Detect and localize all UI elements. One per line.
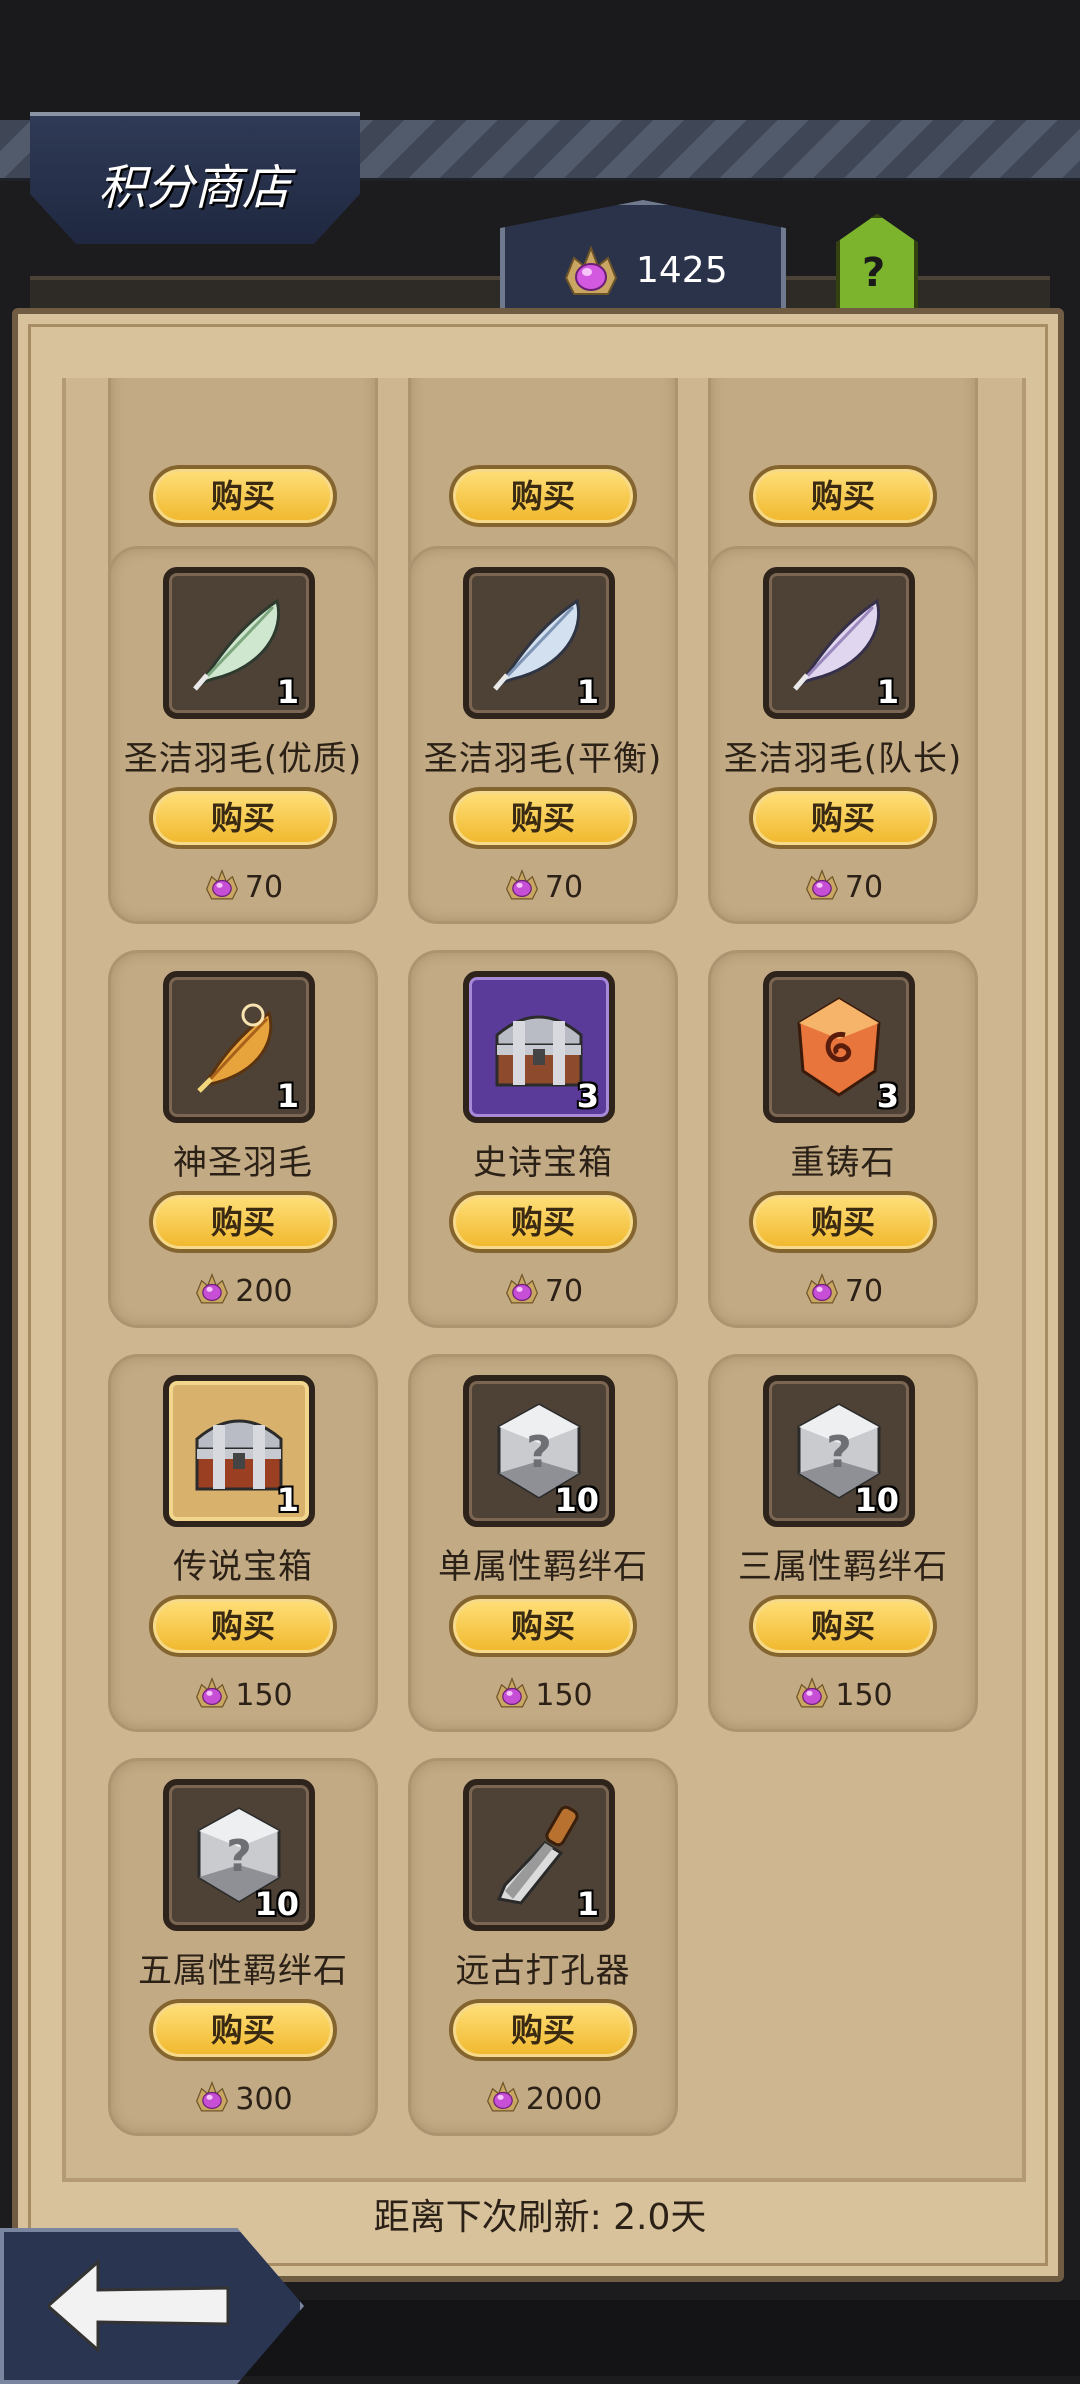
currency-gem-icon [805, 1272, 838, 1304]
item-name: 三属性羁绊石 [738, 1547, 948, 1587]
item-quantity: 1 [276, 1077, 299, 1115]
buy-button[interactable]: 购买 [749, 1595, 937, 1657]
item-thumb[interactable]: 1 [163, 1375, 315, 1527]
page-title: 积分商店 [98, 160, 291, 216]
shop-card: 1 圣洁羽毛(优质) 购买 70 [108, 546, 378, 924]
buy-button[interactable]: 购买 [749, 787, 937, 849]
back-arrow-icon [48, 2258, 230, 2354]
buy-button[interactable]: 购买 [149, 1191, 337, 1253]
shop-card: 3 重铸石 购买 70 [708, 950, 978, 1328]
price: 150 [411, 1675, 675, 1713]
item-quantity: 1 [876, 673, 899, 711]
item-name: 单属性羁绊石 [438, 1547, 648, 1587]
buy-button[interactable]: 购买 [149, 1595, 337, 1657]
item-thumb[interactable]: 1 [163, 567, 315, 719]
item-quantity: 1 [276, 673, 299, 711]
points-value: 1425 [636, 250, 728, 291]
item-quantity: 1 [276, 1481, 299, 1519]
item-thumb[interactable]: ? 10 [163, 1779, 315, 1931]
shop-grid[interactable]: 购买 70 购买 70 购买 70 1 圣洁羽毛(优质) 购买 70 [62, 378, 1026, 2182]
item-quantity: 1 [576, 673, 599, 711]
price: 150 [711, 1675, 975, 1713]
currency-gem-icon [505, 1272, 538, 1304]
buy-button[interactable]: 购买 [749, 1191, 937, 1253]
item-quantity: 1 [576, 1885, 599, 1923]
item-name: 神圣羽毛 [173, 1143, 313, 1183]
shop-card: ? 10 五属性羁绊石 购买 300 [108, 1758, 378, 2136]
shop-card: 1 圣洁羽毛(平衡) 购买 70 [408, 546, 678, 924]
buy-button[interactable]: 购买 [449, 1999, 637, 2061]
shop-card: 3 史诗宝箱 购买 70 [408, 950, 678, 1328]
item-name: 五属性羁绊石 [138, 1951, 348, 1991]
item-thumb[interactable]: 1 [763, 567, 915, 719]
item-quantity: 10 [554, 1481, 599, 1519]
shop-card: 1 神圣羽毛 购买 200 [108, 950, 378, 1328]
item-thumb[interactable]: 3 [463, 971, 615, 1123]
item-thumb[interactable]: 1 [163, 971, 315, 1123]
svg-text:?: ? [226, 1831, 252, 1882]
item-thumb[interactable]: 3 [763, 971, 915, 1123]
buy-button[interactable]: 购买 [449, 465, 637, 527]
currency-gem-icon [796, 1676, 829, 1708]
item-name: 传说宝箱 [173, 1547, 313, 1587]
price: 70 [411, 1271, 675, 1309]
item-quantity: 3 [576, 1077, 599, 1115]
price: 70 [711, 1271, 975, 1309]
item-quantity: 10 [854, 1481, 899, 1519]
buy-button[interactable]: 购买 [149, 465, 337, 527]
price: 200 [111, 1271, 375, 1309]
price: 150 [111, 1675, 375, 1713]
currency-gem-icon [196, 1272, 229, 1304]
currency-gem-icon [505, 868, 538, 900]
currency-gem-icon [805, 868, 838, 900]
item-quantity: 10 [254, 1885, 299, 1923]
item-name: 重铸石 [790, 1143, 896, 1183]
item-name: 远古打孔器 [455, 1951, 631, 1991]
currency-gem-icon [196, 2080, 229, 2112]
buy-button[interactable]: 购买 [149, 1999, 337, 2061]
item-name: 史诗宝箱 [473, 1143, 613, 1183]
shop-card: ? 10 单属性羁绊石 购买 150 [408, 1354, 678, 1732]
title-plate: 积分商店 [30, 112, 360, 244]
item-thumb[interactable]: ? 10 [463, 1375, 615, 1527]
shop-card: 1 远古打孔器 购买 2000 [408, 1758, 678, 2136]
help-label: ? [862, 250, 886, 296]
price: 70 [111, 867, 375, 905]
currency-gem-icon [486, 2080, 519, 2112]
currency-gem-icon [205, 868, 238, 900]
currency-gem-icon [496, 1676, 529, 1708]
price: 70 [411, 867, 675, 905]
currency-gem-icon [196, 1676, 229, 1708]
price: 300 [111, 2079, 375, 2117]
item-quantity: 3 [876, 1077, 899, 1115]
svg-text:?: ? [826, 1427, 852, 1478]
price: 2000 [411, 2079, 675, 2117]
buy-button[interactable]: 购买 [449, 787, 637, 849]
shop-card: ? 10 三属性羁绊石 购买 150 [708, 1354, 978, 1732]
item-name: 圣洁羽毛(队长) [723, 739, 963, 779]
buy-button[interactable]: 购买 [449, 1595, 637, 1657]
shop-card: 1 圣洁羽毛(队长) 购买 70 [708, 546, 978, 924]
buy-button[interactable]: 购买 [149, 787, 337, 849]
buy-button[interactable]: 购买 [449, 1191, 637, 1253]
points-gem-icon [564, 245, 618, 295]
item-thumb[interactable]: 1 [463, 567, 615, 719]
item-name: 圣洁羽毛(平衡) [423, 739, 663, 779]
price: 70 [711, 867, 975, 905]
status-bar-area [0, 0, 1080, 120]
item-thumb[interactable]: ? 10 [763, 1375, 915, 1527]
buy-button[interactable]: 购买 [749, 465, 937, 527]
shop-card: 1 传说宝箱 购买 150 [108, 1354, 378, 1732]
item-thumb[interactable]: 1 [463, 1779, 615, 1931]
svg-text:?: ? [526, 1427, 552, 1478]
item-name: 圣洁羽毛(优质) [123, 739, 363, 779]
